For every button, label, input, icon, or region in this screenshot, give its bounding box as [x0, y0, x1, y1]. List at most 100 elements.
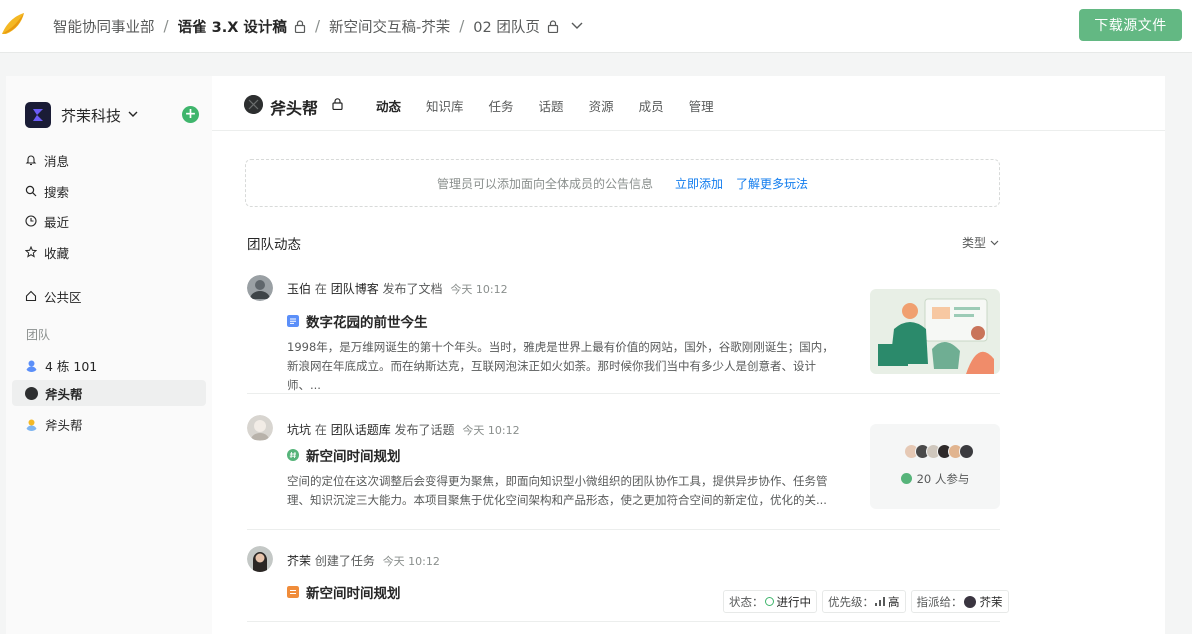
- team-avatar: [26, 419, 37, 431]
- participant-count: 20 人参与: [870, 471, 1000, 487]
- breadcrumb-item[interactable]: 新空间交互稿-芥茉: [329, 16, 450, 37]
- tab-manage[interactable]: 管理: [689, 96, 714, 115]
- team-label: 斧头帮: [45, 386, 83, 402]
- feed-excerpt: 1998年，是万维网诞生的第十个年头。当时，雅虎是世界上最有价值的网站，国外，谷…: [287, 340, 834, 392]
- sidebar-team-item[interactable]: 4 栋 101: [12, 352, 206, 378]
- feed-target[interactable]: 团队博客: [331, 282, 379, 296]
- feed-user[interactable]: 坑坑: [287, 423, 311, 437]
- team-avatar: [244, 95, 263, 114]
- avatar: [963, 595, 976, 608]
- nav-item-recent[interactable]: 最近: [25, 208, 69, 234]
- feed-item-title[interactable]: 数字花园的前世今生: [287, 311, 428, 331]
- lock-icon: [332, 98, 343, 110]
- top-bar: 智能协同事业部 / 语雀 3.X 设计稿 / 新空间交互稿-芥茉 / 02 团队…: [0, 0, 1192, 53]
- nav-item-public[interactable]: 公共区: [25, 283, 82, 309]
- type-filter-label: 类型: [962, 236, 987, 250]
- section-label: 团队: [26, 328, 51, 342]
- avatar[interactable]: [247, 546, 273, 572]
- chevron-down-icon[interactable]: [571, 22, 583, 30]
- add-now-link[interactable]: 立即添加: [675, 175, 723, 192]
- nav-item-label: 最近: [44, 214, 70, 230]
- notice-text: 管理员可以添加面向全体成员的公告信息: [436, 176, 653, 191]
- nav-item-label: 收藏: [44, 245, 70, 261]
- tab-knowledge-base[interactable]: 知识库: [426, 96, 464, 115]
- avatar[interactable]: [247, 275, 273, 301]
- feed-item-title[interactable]: 新空间时间规划: [287, 582, 401, 602]
- tab-tasks[interactable]: 任务: [489, 96, 514, 115]
- team-label: 4 栋 101: [45, 358, 98, 374]
- clock-icon: [25, 215, 37, 227]
- chevron-down-icon: [990, 240, 999, 245]
- feed-item-title[interactable]: 新空间时间规划: [287, 445, 401, 465]
- team-header: 斧头帮 动态 知识库 任务 话题 资源 成员 管理: [212, 76, 1165, 131]
- chevron-down-icon[interactable]: [128, 111, 138, 118]
- download-source-button[interactable]: 下载源文件: [1079, 9, 1182, 41]
- org-logo[interactable]: [25, 102, 51, 128]
- sidebar-team-item[interactable]: 斧头帮: [12, 380, 206, 406]
- avatar: [959, 444, 974, 459]
- nav-item-search[interactable]: 搜索: [25, 178, 69, 204]
- bell-icon: [25, 155, 37, 166]
- add-button[interactable]: +: [182, 106, 199, 123]
- document-thumbnail[interactable]: [870, 289, 1000, 374]
- topic-hash-icon: [900, 473, 912, 484]
- priority-tag[interactable]: 优先级： 高: [822, 590, 906, 613]
- breadcrumb-item[interactable]: 智能协同事业部: [53, 16, 155, 37]
- search-icon: [25, 185, 37, 197]
- announcement-banner: 管理员可以添加面向全体成员的公告信息 立即添加 了解更多玩法: [245, 159, 1000, 207]
- feed-time: 今天 10:12: [462, 424, 520, 437]
- feed-title: 团队动态: [247, 237, 301, 253]
- main-content: 斧头帮 动态 知识库 任务 话题 资源 成员 管理 管理员可以添加面向全体成员的…: [212, 76, 1165, 634]
- breadcrumb: 智能协同事业部 / 语雀 3.X 设计稿 / 新空间交互稿-芥茉 / 02 团队…: [53, 16, 583, 36]
- org-name[interactable]: 芥茉科技: [61, 105, 121, 126]
- feed-meta: 芥茉 创建了任务 今天 10:12: [287, 554, 440, 568]
- tab-activity[interactable]: 动态: [376, 96, 401, 115]
- team-label: 斧头帮: [45, 417, 83, 433]
- learn-more-link[interactable]: 了解更多玩法: [736, 175, 808, 192]
- document-icon: [287, 315, 299, 327]
- lock-icon: [547, 19, 558, 33]
- nav-item-label: 公共区: [44, 289, 82, 305]
- breadcrumb-item[interactable]: 02 团队页: [473, 16, 540, 37]
- tab-members[interactable]: 成员: [639, 96, 664, 115]
- participant-avatars: [904, 444, 974, 459]
- assignee-tag[interactable]: 指派给： 芥茉: [910, 590, 1009, 613]
- feed-item: 坑坑 在 团队话题库 发布了话题 今天 10:12 新空间时间规划 空间的定位在…: [247, 413, 1000, 530]
- feed-time: 今天 10:12: [382, 555, 440, 568]
- home-icon: [25, 290, 37, 302]
- task-icon: [287, 586, 299, 598]
- nav-item-label: 搜索: [44, 184, 70, 200]
- feed-item: 玉伯 在 团队博客 发布了文档 今天 10:12 数字花园的前世今生 1998年…: [247, 274, 1000, 394]
- task-tags: 状态： 进行中 优先级： 高 指派给： 芥茉: [718, 590, 1009, 613]
- in-progress-icon: [764, 597, 774, 606]
- feed-meta: 玉伯 在 团队博客 发布了文档 今天 10:12: [287, 282, 508, 296]
- feed-meta: 坑坑 在 团队话题库 发布了话题 今天 10:12: [287, 423, 520, 437]
- team-avatar: [25, 386, 38, 400]
- nav-item-favorites[interactable]: 收藏: [25, 239, 69, 265]
- nav-item-messages[interactable]: 消息: [25, 147, 69, 173]
- yuque-logo-icon[interactable]: [0, 10, 26, 36]
- type-filter-dropdown[interactable]: 类型: [962, 234, 999, 251]
- page-title: 斧头帮: [270, 99, 319, 118]
- feed-user[interactable]: 芥茉: [287, 554, 311, 568]
- topic-participants-card[interactable]: 20 人参与: [870, 424, 1000, 509]
- breadcrumb-item[interactable]: 语雀 3.X 设计稿: [178, 16, 287, 37]
- feed-target[interactable]: 团队话题库: [331, 423, 391, 437]
- tab-topics[interactable]: 话题: [539, 96, 564, 115]
- feed-time: 今天 10:12: [450, 283, 508, 296]
- tab-bar: 动态 知识库 任务 话题 资源 成员 管理: [376, 96, 739, 115]
- priority-bars-icon: [875, 597, 885, 606]
- sidebar-team-item[interactable]: 斧头帮: [12, 411, 206, 437]
- feed-excerpt: 空间的定位在这次调整后会变得更为聚焦，即面向知识型小微组织的团队协作工具，提供异…: [287, 474, 828, 507]
- sidebar: 芥茉科技 + 消息 搜索 最近 收藏 公共区 团队 4 栋 101 斧头帮 斧头…: [6, 76, 212, 634]
- feed-user[interactable]: 玉伯: [287, 282, 311, 296]
- feed-item: 芥茉 创建了任务 今天 10:12 新空间时间规划 状态： 进行中 优先级： 高…: [247, 544, 1009, 622]
- team-avatar: [26, 360, 37, 372]
- tab-resources[interactable]: 资源: [589, 96, 614, 115]
- lock-icon: [294, 19, 306, 33]
- nav-item-label: 消息: [44, 153, 70, 169]
- topic-hash-icon: [287, 449, 299, 461]
- avatar[interactable]: [247, 415, 273, 441]
- status-tag[interactable]: 状态： 进行中: [723, 590, 817, 613]
- star-icon: [25, 246, 37, 258]
